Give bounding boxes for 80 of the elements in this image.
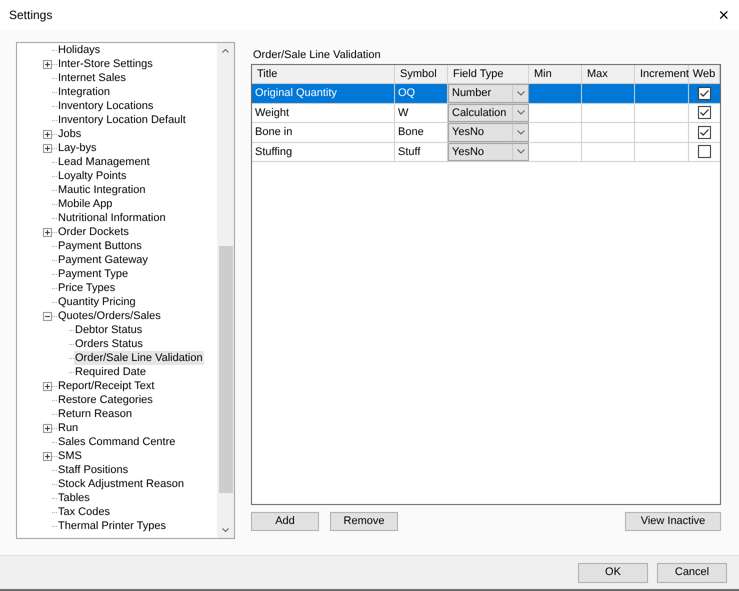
- tree-item[interactable]: Loyalty Points: [57, 169, 128, 183]
- tree-item[interactable]: Orders Status: [74, 337, 144, 351]
- grid-row[interactable]: Original Quantity OQ Number: [252, 84, 720, 104]
- tree-item[interactable]: Required Date: [74, 365, 147, 379]
- tree-item[interactable]: Sales Command Centre: [57, 435, 176, 449]
- caret-icon: [512, 104, 528, 121]
- dialog-button[interactable]: OK: [578, 562, 648, 582]
- column-header[interactable]: Title: [252, 65, 395, 83]
- expand-icon[interactable]: [42, 424, 52, 432]
- scroll-down-icon[interactable]: [222, 528, 229, 532]
- tree-item[interactable]: Jobs: [57, 127, 82, 141]
- window-title: Settings: [9, 7, 52, 24]
- tree-item[interactable]: Tax Codes: [57, 505, 111, 519]
- column-header[interactable]: Min: [529, 65, 582, 83]
- field-type-dropdown[interactable]: Number: [448, 84, 529, 102]
- table-cell: Weight: [252, 104, 395, 122]
- action-button[interactable]: Add: [251, 512, 319, 531]
- table-cell: Stuffing: [252, 142, 395, 161]
- tree-item[interactable]: Thermal Printer Types: [57, 519, 168, 533]
- tree-item[interactable]: Price Types: [57, 281, 116, 295]
- web-checkbox[interactable]: [698, 126, 711, 139]
- column-header[interactable]: Web: [689, 65, 720, 83]
- web-checkbox[interactable]: [698, 106, 711, 120]
- close-button[interactable]: ×: [714, 6, 733, 24]
- web-checkbox[interactable]: [698, 145, 711, 158]
- column-header[interactable]: Symbol: [395, 65, 448, 83]
- scroll-up-icon[interactable]: [222, 49, 229, 53]
- expand-icon[interactable]: [42, 228, 52, 236]
- tree-item[interactable]: Staff Positions: [57, 463, 130, 477]
- tree-item[interactable]: Order/Sale Line Validation: [74, 351, 204, 365]
- tree-item[interactable]: Lay-bys: [57, 141, 98, 155]
- tree-item[interactable]: Payment Buttons: [57, 239, 143, 253]
- expand-icon[interactable]: [42, 130, 52, 138]
- tree-item[interactable]: Mautic Integration: [57, 183, 146, 197]
- column-header[interactable]: Field Type: [448, 65, 529, 83]
- tree-item[interactable]: Quotes/Orders/Sales: [57, 309, 162, 323]
- tree-item[interactable]: Tables: [57, 491, 91, 505]
- grid-row[interactable]: Bone in Bone YesNo: [252, 123, 720, 142]
- table-cell: Bone in: [252, 123, 395, 142]
- collapse-icon[interactable]: [42, 312, 52, 320]
- grid-row[interactable]: Weight W Calculation: [252, 104, 720, 123]
- table-cell: Original Quantity: [252, 84, 395, 102]
- tree-item[interactable]: Inventory Locations: [57, 99, 154, 113]
- expand-icon[interactable]: [42, 452, 52, 460]
- caret-icon: [512, 144, 528, 160]
- field-type-dropdown[interactable]: YesNo: [448, 123, 529, 142]
- tree-item[interactable]: Inventory Location Default: [57, 113, 187, 127]
- field-type-dropdown[interactable]: YesNo: [448, 142, 529, 161]
- dialog-button[interactable]: Cancel: [657, 562, 727, 582]
- tree-item[interactable]: Stock Adjustment Reason: [57, 477, 185, 491]
- scroll-thumb[interactable]: [218, 246, 232, 493]
- tree-item[interactable]: Payment Gateway: [57, 253, 149, 267]
- column-header[interactable]: Increment: [635, 65, 689, 83]
- tree-item[interactable]: SMS: [57, 449, 83, 463]
- field-type-dropdown[interactable]: Calculation: [448, 104, 529, 122]
- panel-title: Order/Sale Line Validation: [253, 49, 382, 62]
- tree-item[interactable]: Quantity Pricing: [57, 295, 137, 309]
- tree-item[interactable]: Run: [57, 421, 80, 435]
- tree-item[interactable]: Restore Categories: [57, 393, 154, 407]
- tree-item[interactable]: Holidays: [57, 43, 102, 57]
- expand-icon[interactable]: [42, 60, 52, 68]
- tree-item[interactable]: Integration: [57, 85, 111, 99]
- tree-item[interactable]: Internet Sales: [57, 71, 127, 85]
- tree-item[interactable]: Nutritional Information: [57, 211, 167, 225]
- scrollbar[interactable]: [217, 43, 234, 538]
- action-button[interactable]: Remove: [330, 512, 398, 531]
- column-header[interactable]: Max: [582, 65, 635, 83]
- tree-item[interactable]: Inter-Store Settings: [57, 57, 154, 71]
- grid-row[interactable]: Stuffing Stuff YesNo: [252, 142, 720, 162]
- caret-icon: [512, 124, 528, 140]
- tree-item[interactable]: Mobile App: [57, 197, 114, 211]
- tree-item[interactable]: Debtor Status: [74, 323, 144, 337]
- web-checkbox[interactable]: [698, 86, 711, 100]
- tree-item[interactable]: Report/Receipt Text: [57, 379, 156, 393]
- tree-item[interactable]: Return Reason: [57, 407, 133, 421]
- expand-icon[interactable]: [42, 144, 52, 152]
- tree-item[interactable]: Order Dockets: [57, 225, 130, 239]
- tree-item[interactable]: Payment Type: [57, 267, 130, 281]
- tree-item[interactable]: Lead Management: [57, 155, 151, 169]
- expand-icon[interactable]: [42, 382, 52, 390]
